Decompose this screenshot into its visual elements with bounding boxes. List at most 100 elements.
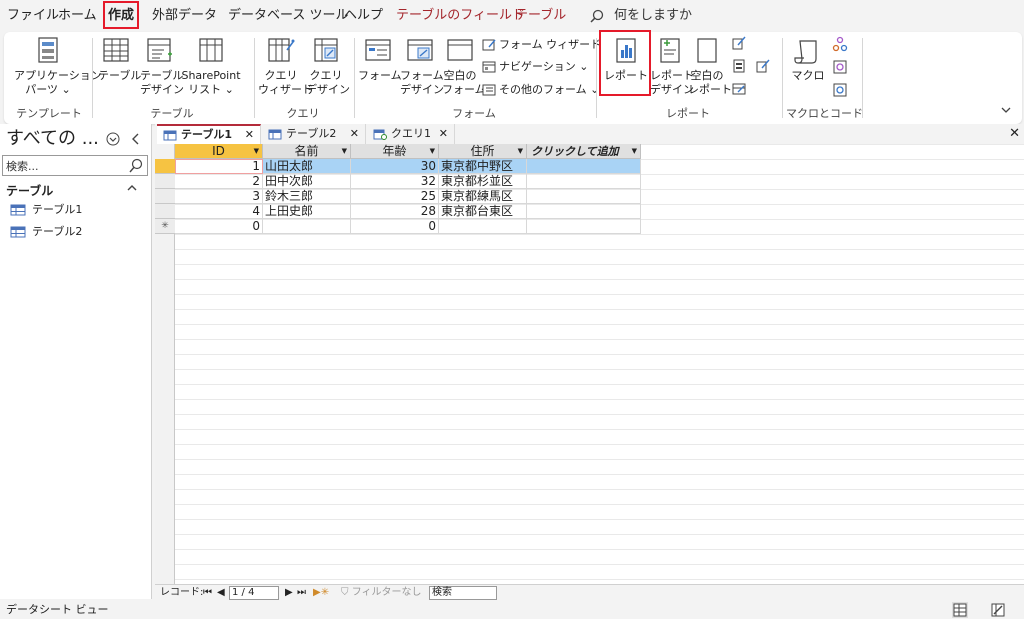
tab-create[interactable]: 作成 xyxy=(103,0,140,32)
record-selector[interactable] xyxy=(155,159,175,174)
tab-external-data[interactable]: 外部データ xyxy=(152,0,217,32)
table-button[interactable]: テーブル xyxy=(98,36,141,98)
sharepoint-list-button[interactable]: SharePoint リスト ⌄ xyxy=(180,36,242,98)
tab-database-tools[interactable]: データベース ツール xyxy=(228,0,348,32)
cell-add[interactable] xyxy=(527,159,641,174)
report-tools-icon[interactable] xyxy=(756,59,770,73)
next-record-button[interactable]: ▶ xyxy=(285,585,293,600)
cell-address[interactable]: 東京都練馬区 xyxy=(439,189,527,204)
cell-add[interactable] xyxy=(527,204,641,219)
column-header-age[interactable]: 年齢 ▼ xyxy=(351,144,439,159)
cell-add[interactable] xyxy=(527,174,641,189)
form-wizard-button[interactable]: フォーム ウィザード xyxy=(482,35,601,55)
blank-report-button[interactable]: 空白の レポート xyxy=(688,36,732,98)
close-icon[interactable]: ✕ xyxy=(439,124,448,144)
chevron-down-icon[interactable] xyxy=(1000,104,1012,116)
previous-record-button[interactable]: ◀ xyxy=(217,585,225,600)
table-row[interactable]: 3 鈴木三郎 25 東京都練馬区 xyxy=(155,189,641,204)
cell-address[interactable]: 東京都台東区 xyxy=(439,204,527,219)
table-row[interactable]: 4 上田史郎 28 東京都台東区 xyxy=(155,204,641,219)
column-header-id[interactable]: ID ▼ xyxy=(175,144,263,159)
cell-address[interactable] xyxy=(439,219,527,234)
cell-age[interactable]: 30 xyxy=(351,159,439,174)
form-design-button[interactable]: フォーム デザイン xyxy=(400,36,444,98)
cell-id[interactable]: 2 xyxy=(175,174,263,189)
datasheet-view-icon[interactable] xyxy=(952,602,968,618)
report-design-button[interactable]: レポート デザイン xyxy=(650,36,694,98)
cell-id[interactable]: 3 xyxy=(175,189,263,204)
chevron-left-icon[interactable] xyxy=(130,132,142,146)
module-icon[interactable] xyxy=(832,36,848,52)
new-record-row[interactable]: ✳ 0 0 xyxy=(155,219,641,234)
design-view-icon[interactable] xyxy=(990,602,1006,618)
application-parts-button[interactable]: アプリケーション パーツ ⌄ xyxy=(14,36,102,98)
table-row[interactable]: 2 田中次郎 32 東京都杉並区 xyxy=(155,174,641,189)
table-design-button[interactable]: テーブル デザイン xyxy=(140,36,184,98)
report-wizard-icon[interactable] xyxy=(732,36,746,50)
cell-age[interactable]: 25 xyxy=(351,189,439,204)
blank-form-button[interactable]: 空白の フォーム xyxy=(442,36,486,98)
chevron-down-icon[interactable]: ▼ xyxy=(430,144,435,159)
close-icon[interactable]: ✕ xyxy=(350,124,359,144)
cell-name[interactable]: 田中次郎 xyxy=(263,174,351,189)
cell-age[interactable]: 32 xyxy=(351,174,439,189)
record-selector[interactable] xyxy=(155,204,175,219)
tab-table-fields[interactable]: テーブルのフィールド xyxy=(396,0,525,32)
query-design-button[interactable]: クエリ デザイン xyxy=(306,36,350,98)
column-header-name[interactable]: 名前 ▼ xyxy=(263,144,351,159)
nav-search-input[interactable]: 検索... xyxy=(2,155,148,176)
column-header-add[interactable]: クリックして追加 ▼ xyxy=(527,144,641,159)
cell-name[interactable] xyxy=(263,219,351,234)
nav-item-table2[interactable]: テーブル2 xyxy=(10,223,82,241)
chevron-down-icon[interactable]: ▼ xyxy=(518,144,523,159)
doc-tab-table2[interactable]: テーブル2 ✕ xyxy=(262,124,366,144)
doc-tab-table1[interactable]: テーブル1 ✕ xyxy=(157,124,261,144)
column-header-address[interactable]: 住所 ▼ xyxy=(439,144,527,159)
cell-age[interactable]: 0 xyxy=(351,219,439,234)
filter-indicator[interactable]: ⛉ フィルターなし xyxy=(341,585,422,600)
chevron-down-icon[interactable] xyxy=(106,132,120,146)
chevron-down-icon[interactable]: ▼ xyxy=(632,144,637,159)
tab-home[interactable]: ホーム xyxy=(58,0,97,32)
chevron-up-icon[interactable] xyxy=(126,182,138,194)
cell-age[interactable]: 28 xyxy=(351,204,439,219)
cell-id[interactable]: 0 xyxy=(175,219,263,234)
tab-file[interactable]: ファイル xyxy=(7,0,59,32)
navigation-button[interactable]: ナビゲーション ⌄ xyxy=(482,57,589,77)
query-wizard-button[interactable]: クエリ ウィザード xyxy=(258,36,313,98)
cell-id[interactable]: 1 xyxy=(175,159,263,174)
table-row[interactable]: 1 山田太郎 30 東京都中野区 xyxy=(155,159,641,174)
macro-button[interactable]: マクロ xyxy=(790,36,826,98)
cell-name[interactable]: 山田太郎 xyxy=(263,159,351,174)
cell-name[interactable]: 鈴木三郎 xyxy=(263,189,351,204)
new-record-button[interactable]: ▶✳ xyxy=(313,585,329,600)
report-extra-icon[interactable] xyxy=(732,82,746,96)
cell-name[interactable]: 上田史郎 xyxy=(263,204,351,219)
cell-add[interactable] xyxy=(527,219,641,234)
cell-address[interactable]: 東京都杉並区 xyxy=(439,174,527,189)
chevron-down-icon[interactable]: ▼ xyxy=(342,144,347,159)
close-icon[interactable]: ✕ xyxy=(245,126,254,144)
class-module-icon[interactable] xyxy=(832,59,848,75)
nav-title[interactable]: すべての ... xyxy=(6,128,99,150)
doc-tab-query1[interactable]: クエリ1 ✕ xyxy=(367,124,455,144)
more-forms-button[interactable]: その他のフォーム ⌄ xyxy=(482,80,599,100)
chevron-down-icon[interactable]: ▼ xyxy=(254,144,259,159)
new-record-icon[interactable]: ✳ xyxy=(155,219,175,234)
cell-add[interactable] xyxy=(527,189,641,204)
form-button[interactable]: フォーム xyxy=(358,36,402,98)
record-selector[interactable] xyxy=(155,189,175,204)
labels-icon[interactable] xyxy=(732,59,746,73)
last-record-button[interactable]: ⏭ xyxy=(297,585,306,600)
nav-section-tables[interactable]: テーブル xyxy=(6,182,53,199)
cell-id[interactable]: 4 xyxy=(175,204,263,219)
nav-item-table1[interactable]: テーブル1 xyxy=(10,201,82,219)
tell-me-input[interactable]: 何をしますか xyxy=(614,0,692,32)
first-record-button[interactable]: ⏮ xyxy=(203,585,212,600)
record-position-input[interactable]: 1 / 4 xyxy=(229,586,279,600)
cell-address[interactable]: 東京都中野区 xyxy=(439,159,527,174)
close-all-icon[interactable]: ✕ xyxy=(1009,124,1020,144)
record-search-input[interactable]: 検索 xyxy=(429,586,497,600)
tab-table[interactable]: テーブル xyxy=(515,0,566,32)
tab-help[interactable]: ヘルプ xyxy=(344,0,383,32)
